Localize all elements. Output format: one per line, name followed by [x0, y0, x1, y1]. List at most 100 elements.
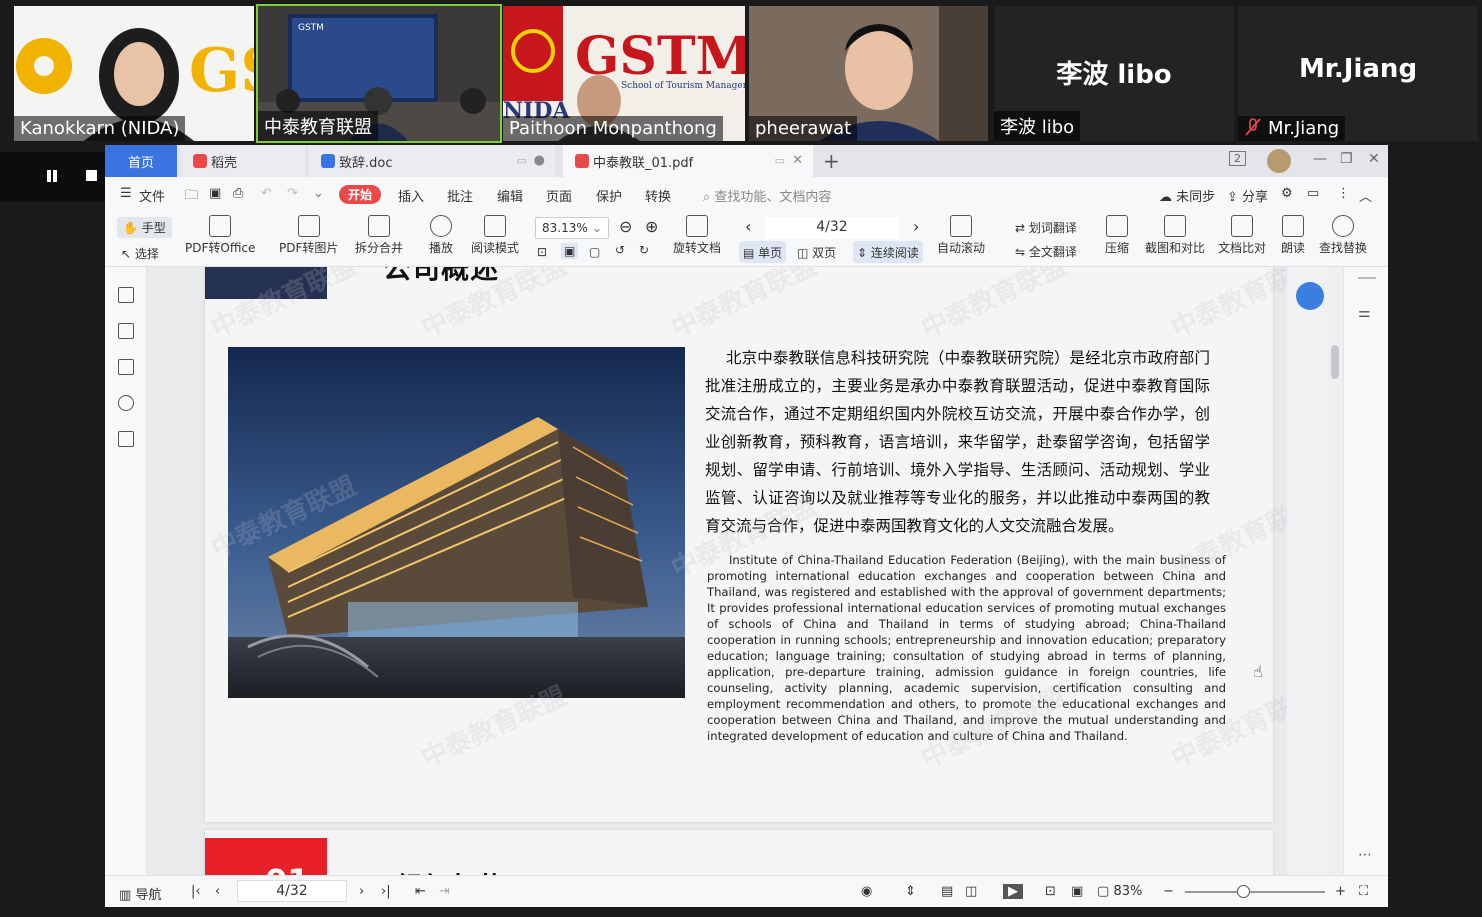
first-page-icon[interactable]: |‹: [191, 884, 201, 899]
document-viewport[interactable]: 公司概述 中泰教育联盟 中泰教育联盟 中泰教育联盟 中泰教育联盟 中泰教育联盟: [147, 267, 1287, 875]
search-box[interactable]: ⌕ 查找功能、文档内容: [703, 186, 831, 205]
video-tile-mrjiang[interactable]: Mr.Jiang Mr.Jiang: [1238, 6, 1478, 141]
gear-icon[interactable]: ⚙: [1281, 186, 1293, 201]
rotate-right-icon[interactable]: ↻: [639, 243, 649, 257]
pdf-to-office-button[interactable]: PDF转Office: [185, 215, 255, 256]
nav-panel-button[interactable]: ▥ 导航: [119, 884, 161, 903]
eye-protection-icon[interactable]: ◉: [861, 884, 872, 899]
pdf-to-image-button[interactable]: PDF转图片: [279, 215, 338, 256]
menu-edit[interactable]: 编辑: [497, 186, 523, 205]
select-tool-button[interactable]: ↖ 选择: [121, 245, 159, 262]
pause-icon[interactable]: [45, 170, 59, 184]
zoom-select[interactable]: 83.13% ⌄: [535, 217, 609, 239]
zoom-slider[interactable]: [1185, 885, 1325, 898]
single-page-button[interactable]: ▤ 单页: [739, 241, 787, 263]
video-tile-pheerawat[interactable]: pheerawat: [749, 6, 988, 141]
video-tile-libo[interactable]: 李波 libo 李波 libo: [994, 6, 1234, 141]
minimize-icon[interactable]: —: [1313, 151, 1327, 167]
play-button[interactable]: 播放: [429, 215, 453, 256]
avatar[interactable]: [1267, 149, 1291, 173]
hand-tool-button[interactable]: ✋ 手型: [117, 217, 172, 238]
status-page-input[interactable]: 4/32: [237, 880, 347, 902]
stop-icon[interactable]: [86, 170, 97, 181]
menu-start[interactable]: 开始: [339, 185, 382, 204]
restore-icon[interactable]: ❐: [1340, 151, 1353, 167]
settings-sliders-icon[interactable]: ⚌: [1358, 305, 1371, 321]
next-page-icon[interactable]: ›: [913, 217, 919, 236]
open-folder-icon[interactable]: 🗀: [185, 186, 198, 208]
tab-pdf[interactable]: 中泰教联_01.pdf ▭ ✕: [563, 145, 813, 177]
page-input[interactable]: 4/32: [765, 217, 899, 239]
status-zoom[interactable]: ▢ 83%: [1097, 884, 1142, 899]
last-page-icon[interactable]: ›|: [381, 884, 391, 899]
menu-comment[interactable]: 批注: [447, 186, 473, 205]
next-page-icon[interactable]: ›: [359, 884, 364, 899]
video-tile-paithoon[interactable]: GSTM NIDA School of Tourism Management P…: [503, 6, 745, 141]
actual-size-icon[interactable]: ⊡: [537, 245, 547, 259]
menu-protect[interactable]: 保护: [596, 186, 622, 205]
menu-page[interactable]: 页面: [546, 186, 572, 205]
vertical-scrollbar[interactable]: [1327, 267, 1343, 875]
continuous-read-button[interactable]: ⇕ 连续阅读: [853, 241, 923, 263]
back-icon[interactable]: ⇤: [415, 884, 426, 899]
scrollbar-thumb[interactable]: [1331, 345, 1339, 379]
floating-translate-icon[interactable]: [1296, 282, 1324, 310]
share-button[interactable]: ⇪ 分享: [1227, 186, 1268, 205]
auto-scroll-button[interactable]: 自动滚动: [937, 215, 985, 256]
zoom-out-icon[interactable]: −: [1163, 884, 1174, 899]
rotate-doc-button[interactable]: 旋转文档: [673, 215, 721, 256]
single-view-icon[interactable]: ▤: [941, 884, 953, 899]
zoom-out-icon[interactable]: ⊖: [619, 217, 632, 236]
fit-page-icon[interactable]: ▣: [561, 243, 579, 259]
chevron-down-icon[interactable]: ⌄: [313, 186, 324, 201]
fit-width-icon[interactable]: ▢: [589, 245, 600, 259]
prev-page-icon[interactable]: ‹: [745, 217, 751, 236]
fit-page-icon[interactable]: ▣: [1071, 884, 1083, 899]
menu-insert[interactable]: 插入: [398, 186, 424, 205]
play-icon[interactable]: ▶: [1003, 884, 1023, 899]
fullscreen-icon[interactable]: ⛶: [1359, 884, 1368, 899]
video-tile-kanokkarn[interactable]: GSTM Kanokkarn (NIDA): [14, 6, 254, 141]
split-merge-button[interactable]: 拆分合并: [355, 215, 403, 256]
save-icon[interactable]: ▣: [209, 186, 221, 201]
full-translate-button[interactable]: ⇋ 全文翻译: [1015, 243, 1077, 260]
add-tab-icon[interactable]: +: [823, 149, 840, 173]
video-tile-zhongtai[interactable]: GSTM 中泰教育联盟: [256, 4, 502, 143]
tab-home[interactable]: 首页: [105, 145, 177, 177]
attachment-icon[interactable]: [118, 395, 134, 411]
zoom-in-icon[interactable]: +: [1335, 884, 1346, 899]
tab-daoke[interactable]: 稻壳: [181, 145, 305, 177]
thumbnail-icon[interactable]: [118, 323, 134, 339]
bookmark-icon[interactable]: [118, 287, 134, 303]
tab-zhici-doc[interactable]: 致辞.doc ▭ ●: [309, 145, 555, 177]
read-mode-button[interactable]: 阅读模式: [471, 215, 519, 256]
zoom-in-icon[interactable]: ⊕: [645, 217, 658, 236]
layout-icon[interactable]: 2: [1229, 151, 1246, 166]
screenshot-compare-button[interactable]: 截图和对比: [1145, 215, 1205, 256]
compress-button[interactable]: 压缩: [1105, 215, 1129, 256]
actual-size-icon[interactable]: ⊡: [1045, 884, 1056, 899]
hamburger-icon[interactable]: ☰: [120, 186, 132, 201]
double-view-icon[interactable]: ◫: [965, 884, 977, 899]
menu-file[interactable]: 文件: [139, 186, 165, 205]
word-translate-button[interactable]: ⇄ 划词翻译: [1015, 219, 1077, 236]
sync-status[interactable]: ☁ 未同步: [1159, 186, 1215, 205]
double-page-button[interactable]: ◫ 双页: [793, 241, 840, 263]
more-icon[interactable]: ⋮: [1337, 186, 1350, 201]
prev-page-icon[interactable]: ‹: [215, 884, 220, 899]
forward-icon[interactable]: ⇥: [439, 884, 450, 899]
collapse-icon[interactable]: ︿: [1359, 186, 1372, 205]
zoom-slider-knob[interactable]: [1237, 885, 1250, 898]
comment-icon[interactable]: ▭: [1307, 186, 1319, 201]
comment-icon[interactable]: [118, 359, 134, 375]
close-tab-icon[interactable]: ✕: [792, 153, 803, 168]
more-icon[interactable]: ⋯: [1358, 847, 1372, 863]
read-aloud-button[interactable]: 朗读: [1281, 215, 1305, 256]
doc-compare-button[interactable]: 文档比对: [1218, 215, 1266, 256]
close-window-icon[interactable]: ✕: [1368, 151, 1380, 167]
undo-icon[interactable]: ↶: [261, 186, 272, 201]
rotate-left-icon[interactable]: ↺: [615, 243, 625, 257]
redo-icon[interactable]: ↷: [287, 186, 298, 201]
find-replace-button[interactable]: 查找替换: [1319, 215, 1367, 256]
continuous-view-icon[interactable]: ⇕: [905, 884, 916, 899]
